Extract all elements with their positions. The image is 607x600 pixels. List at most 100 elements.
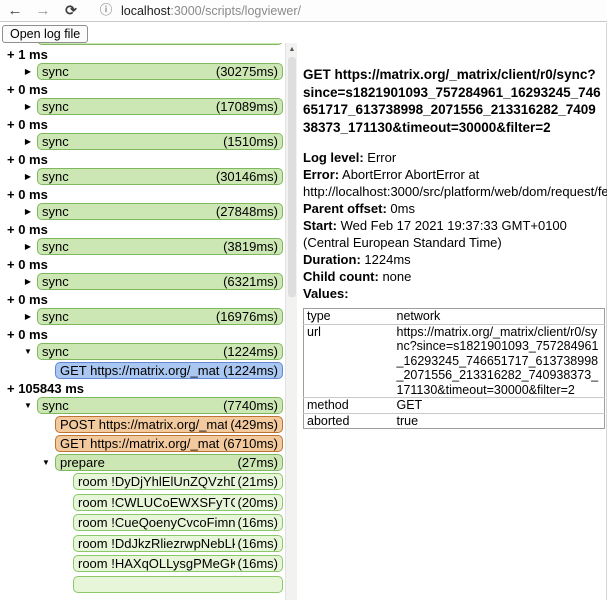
collapse-arrow-icon[interactable]: ▶ [19, 98, 37, 115]
address-bar[interactable]: localhost:3000/scripts/logviewer/ [121, 4, 301, 18]
tree-scrollbar[interactable]: ▲ [285, 43, 297, 600]
log-entry-label: GET https://matrix.org/_matri… [60, 363, 220, 378]
log-entry-request[interactable]: POST https://matrix.org/_matri…(429ms) [55, 416, 283, 433]
log-entry-label: sync [42, 64, 213, 79]
field-label: Log level: [303, 150, 364, 165]
values-table: typenetworkurlhttps://matrix.org/_matrix… [303, 308, 605, 429]
log-entry-duration: (16ms) [235, 536, 278, 551]
tree-row: ▼sync(7740ms) [0, 397, 285, 414]
time-offset-label: + 0 ms [7, 223, 285, 236]
tree-row: ▶sync(16976ms) [0, 308, 285, 325]
log-entry-duration: (16ms) [235, 556, 278, 571]
log-entry-label: sync [42, 134, 220, 149]
collapse-arrow-icon[interactable]: ▶ [19, 308, 37, 325]
collapse-arrow-icon[interactable]: ▶ [19, 273, 37, 290]
log-entry-duration: (16ms) [235, 515, 278, 530]
detail-field: Values: [303, 285, 603, 302]
log-entry-label: sync [42, 239, 220, 254]
tree-row: GET https://matrix.org/_matri…(1224ms) [0, 362, 285, 379]
log-entry-sync[interactable]: sync(3819ms) [37, 238, 283, 255]
collapse-arrow-icon[interactable]: ▶ [19, 203, 37, 220]
tree-row: room !DdJkzRliezrwpNebLk:…(16ms) [0, 535, 285, 552]
reload-icon[interactable]: ⟳ [60, 0, 82, 21]
log-entry-room[interactable]: room !DyDjYhlElUnZQVzhD…(21ms) [73, 473, 283, 490]
log-entry-sync[interactable] [37, 43, 283, 45]
values-table-row: methodGET [304, 398, 605, 414]
collapse-arrow-icon[interactable]: ▶ [19, 238, 37, 255]
expand-arrow-icon[interactable]: ▼ [19, 397, 37, 414]
log-entry-label: sync [42, 398, 220, 413]
log-entry-duration: (16976ms) [213, 309, 278, 324]
open-log-file-button[interactable]: Open log file [2, 25, 88, 43]
scrollbar-thumb[interactable] [288, 57, 296, 297]
field-label: Duration: [303, 252, 361, 267]
log-entry-sync[interactable]: sync(30275ms) [37, 63, 283, 80]
tree-row: GET https://matrix.org/_matri…(6710ms) [0, 435, 285, 452]
log-entry-label: sync [42, 274, 220, 289]
expand-arrow-icon[interactable]: ▼ [37, 454, 55, 471]
log-entry-sync[interactable]: sync(17089ms) [37, 98, 283, 115]
detail-field: Parent offset: 0ms [303, 200, 603, 217]
log-entry-duration: (7740ms) [220, 398, 278, 413]
log-entry-sync[interactable]: sync(1224ms) [37, 343, 283, 360]
log-entry-sync[interactable]: prepare(27ms) [55, 454, 283, 471]
detail-field: Duration: 1224ms [303, 251, 603, 268]
back-icon[interactable]: ← [4, 0, 26, 21]
log-entry-sync[interactable]: sync(7740ms) [37, 397, 283, 414]
log-entry-room[interactable]: room !CueQoenyCvcoFimnsf…(16ms) [73, 514, 283, 531]
log-entry-sync[interactable]: sync(6321ms) [37, 273, 283, 290]
log-entry-request[interactable]: GET https://matrix.org/_matri…(6710ms) [55, 435, 283, 452]
log-entry-sync[interactable]: sync(16976ms) [37, 308, 283, 325]
values-table-row: urlhttps://matrix.org/_matrix/client/r0/… [304, 324, 605, 398]
field-label: Values: [303, 286, 349, 301]
log-entry-room[interactable]: room !DdJkzRliezrwpNebLk:…(16ms) [73, 535, 283, 552]
tree-row: room !HAXqOLLysgPMeGKh…(16ms) [0, 555, 285, 572]
log-entry-sync[interactable]: sync(27848ms) [37, 203, 283, 220]
value-value: true [394, 413, 605, 429]
tree-row: ▶sync(1510ms) [0, 133, 285, 150]
collapse-arrow-icon[interactable]: ▶ [19, 168, 37, 185]
collapse-arrow-icon[interactable]: ▶ [19, 133, 37, 150]
time-offset-label: + 0 ms [7, 188, 285, 201]
time-offset-label: + 0 ms [7, 153, 285, 166]
log-entry-sync[interactable]: sync(30146ms) [37, 168, 283, 185]
values-table-row: abortedtrue [304, 413, 605, 429]
log-entry-sync[interactable]: sync(1510ms) [37, 133, 283, 150]
tree-row: ▶sync(17089ms) [0, 98, 285, 115]
log-entry-label: room !DyDjYhlElUnZQVzhD… [78, 474, 235, 489]
log-entry-duration: (27ms) [235, 455, 278, 470]
log-entry-duration: (1510ms) [220, 134, 278, 149]
detail-title: GET https://matrix.org/_matrix/client/r0… [303, 66, 603, 136]
browser-toolbar: ← → ⟳ ⓘ localhost:3000/scripts/logviewer… [0, 0, 607, 22]
tree-row [0, 576, 285, 593]
forward-icon[interactable]: → [32, 0, 54, 21]
log-entry-room[interactable]: room !CWLUCoEWXSFyTC…(20ms) [73, 494, 283, 511]
tree-row: ▶sync(6321ms) [0, 273, 285, 290]
log-entry-room[interactable] [73, 576, 283, 593]
value-key: aborted [304, 413, 394, 429]
log-entry-label: prepare [60, 455, 235, 470]
field-label: Start: [303, 218, 337, 233]
site-info-icon[interactable]: ⓘ [98, 0, 114, 21]
logviewer-page: Open log file + 1 ms▶sync(30275ms)+ 0 ms… [0, 23, 607, 600]
log-entry-duration: (1224ms) [220, 363, 278, 378]
log-entry-label: POST https://matrix.org/_matri… [60, 417, 227, 432]
tree-row: POST https://matrix.org/_matri…(429ms) [0, 416, 285, 433]
log-entry-room[interactable]: room !HAXqOLLysgPMeGKh…(16ms) [73, 555, 283, 572]
url-host: localhost [121, 4, 170, 18]
expand-arrow-icon[interactable]: ▼ [19, 343, 37, 360]
log-tree: + 1 ms▶sync(30275ms)+ 0 ms▶sync(17089ms)… [0, 43, 285, 600]
logviewer-app: ← → ⟳ ⓘ localhost:3000/scripts/logviewer… [0, 0, 607, 600]
value-key: url [304, 324, 394, 398]
log-entry-duration: (6710ms) [220, 436, 278, 451]
time-offset-label: + 0 ms [7, 328, 285, 341]
log-entry-selected[interactable]: GET https://matrix.org/_matri…(1224ms) [55, 362, 283, 379]
log-entry-label: GET https://matrix.org/_matri… [60, 436, 220, 451]
log-entry-label: room !DdJkzRliezrwpNebLk:… [78, 536, 235, 551]
tree-row: ▼prepare(27ms) [0, 454, 285, 471]
detail-field: Start: Wed Feb 17 2021 19:37:33 GMT+0100… [303, 217, 603, 251]
field-label: Error: [303, 167, 339, 182]
log-detail-panel: GET https://matrix.org/_matrix/client/r0… [297, 43, 607, 600]
collapse-arrow-icon[interactable]: ▶ [19, 63, 37, 80]
field-label: Child count: [303, 269, 379, 284]
